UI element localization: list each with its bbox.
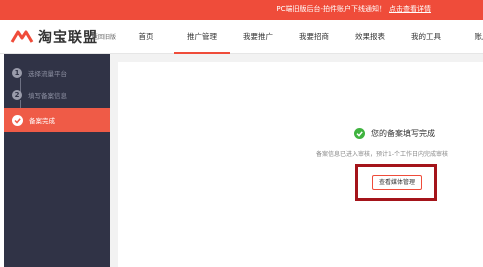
notice-text: PC端旧版后台-拍件账户下线通知！ 点击查看详情 <box>276 4 431 14</box>
main-nav: 首页 推广管理 我要推广 我要招商 效果报表 我的工具 账户 <box>118 20 483 54</box>
top-notice-bar: PC端旧版后台-拍件账户下线通知！ 点击查看详情 <box>0 0 483 20</box>
notice-link[interactable]: 点击查看详情 <box>389 5 431 13</box>
logo-text: 淘宝联盟 <box>38 30 98 46</box>
success-message: 您的备案填写完成 <box>354 128 435 139</box>
nav-promotion-management[interactable]: 推广管理 <box>174 20 230 54</box>
step-label: 选择流量平台 <box>28 70 67 78</box>
step-select-platform: 1 选择流量平台 <box>4 62 110 84</box>
step-label: 备案完成 <box>29 117 55 125</box>
logo-icon <box>10 30 34 43</box>
check-icon <box>12 114 23 126</box>
step-number: 1 <box>12 68 22 78</box>
step-fill-info: 2 填写备案信息 <box>4 84 110 106</box>
nav-promote[interactable]: 我要推广 <box>230 20 286 54</box>
nav-tools[interactable]: 我的工具 <box>398 20 454 54</box>
nav-recruit[interactable]: 我要招商 <box>286 20 342 54</box>
success-check-icon <box>354 128 365 139</box>
view-media-management-button[interactable]: 查看媒体管理 <box>372 175 422 190</box>
success-description: 备案信息已进入审核，预计1-个工作日内完成审核 <box>316 151 448 158</box>
nav-account[interactable]: 账户 <box>454 20 483 54</box>
success-title: 您的备案填写完成 <box>371 129 435 138</box>
back-to-old-link[interactable]: 返回旧版 <box>92 32 116 41</box>
step-complete: 备案完成 <box>4 108 110 132</box>
notice-message: PC端旧版后台-拍件账户下线通知！ <box>276 5 386 13</box>
sidebar-steps: 1 选择流量平台 2 填写备案信息 备案完成 <box>4 54 110 267</box>
nav-home[interactable]: 首页 <box>118 20 174 54</box>
nav-reports[interactable]: 效果报表 <box>342 20 398 54</box>
header: 淘宝联盟 返回旧版 首页 推广管理 我要推广 我要招商 效果报表 我的工具 账户 <box>0 20 483 54</box>
logo[interactable]: 淘宝联盟 <box>10 25 98 49</box>
step-label: 填写备案信息 <box>28 92 67 100</box>
step-number: 2 <box>12 90 22 100</box>
